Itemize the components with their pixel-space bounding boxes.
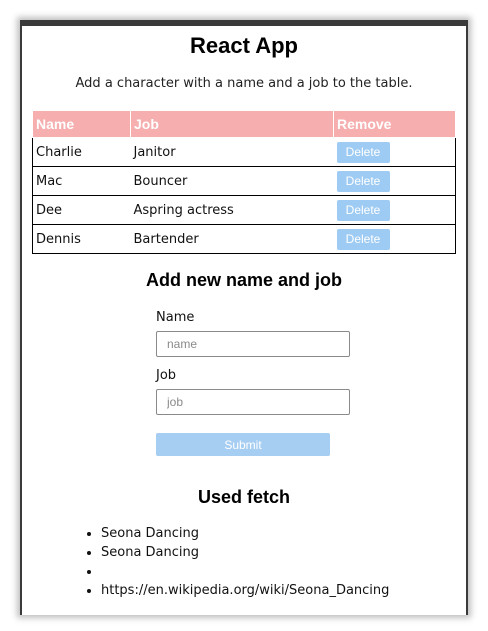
cell-job: Janitor — [130, 137, 334, 167]
table-row: Mac Bouncer Delete — [32, 166, 456, 196]
list-item: https://en.wikipedia.org/wiki/Seona_Danc… — [101, 581, 389, 600]
cell-name: Dennis — [32, 224, 131, 254]
cell-name: Charlie — [32, 137, 131, 167]
form-title: Add new name and job — [145, 270, 342, 290]
cell-remove: Delete — [333, 195, 456, 225]
table-row: Charlie Janitor Delete — [32, 137, 456, 167]
list-item: Seona Dancing — [101, 524, 389, 543]
cell-remove: Delete — [333, 137, 456, 167]
delete-button[interactable]: Delete — [336, 199, 390, 221]
delete-button[interactable]: Delete — [336, 170, 390, 192]
fetch-title: Used fetch — [197, 487, 291, 507]
header-job: Job — [130, 110, 334, 138]
delete-button[interactable]: Delete — [336, 141, 390, 163]
submit-button[interactable]: Submit — [156, 433, 330, 456]
job-label: Job — [156, 368, 177, 383]
list-item: Seona Dancing — [101, 543, 389, 562]
cell-name: Dee — [32, 195, 131, 225]
job-input[interactable] — [156, 389, 350, 415]
cell-remove: Delete — [333, 224, 456, 254]
table-row: Dennis Bartender Delete — [32, 224, 456, 254]
header-name: Name — [32, 110, 131, 138]
name-label: Name — [156, 310, 195, 325]
cell-job: Bartender — [130, 224, 334, 254]
cell-job: Aspring actress — [130, 195, 334, 225]
cell-job: Bouncer — [130, 166, 334, 196]
fetch-list: Seona Dancing Seona Dancing https://en.w… — [61, 524, 389, 600]
delete-button[interactable]: Delete — [336, 228, 390, 250]
cell-name: Mac — [32, 166, 131, 196]
list-item — [101, 562, 389, 581]
header-remove: Remove — [333, 110, 456, 138]
page-subtitle: Add a character with a name and a job to… — [75, 76, 413, 91]
app-window: React App Add a character with a name an… — [20, 20, 468, 615]
characters-table: Name Job Remove Charlie Janitor Delete M… — [32, 110, 456, 254]
name-input[interactable] — [156, 331, 350, 357]
table-row: Dee Aspring actress Delete — [32, 195, 456, 225]
table-header-row: Name Job Remove — [32, 110, 456, 138]
page-title: React App — [190, 33, 298, 58]
cell-remove: Delete — [333, 166, 456, 196]
